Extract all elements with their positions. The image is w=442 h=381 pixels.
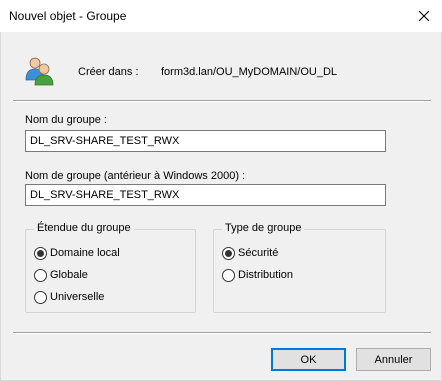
separator-bottom: [13, 332, 431, 334]
cancel-button[interactable]: Annuler: [356, 348, 431, 371]
group-type-box: Type de groupe Sécurité Distribution: [213, 222, 386, 313]
scope-option-label: Universelle: [50, 291, 105, 303]
dialog-content: Créer dans : form3d.lan/OU_MyDOMAIN/OU_D…: [0, 32, 442, 381]
type-option-label: Distribution: [238, 269, 294, 281]
radio-distribution[interactable]: [222, 268, 235, 282]
scope-option-global[interactable]: Globale: [34, 268, 88, 282]
scope-option-domain-local[interactable]: Domaine local: [34, 246, 120, 260]
close-button[interactable]: [406, 0, 442, 32]
scope-option-label: Domaine local: [50, 247, 120, 259]
group-name-legacy-input[interactable]: [25, 184, 386, 206]
group-scope-box: Étendue du groupe Domaine local Globale …: [25, 222, 196, 313]
radio-security[interactable]: [222, 246, 235, 260]
dialog-window: Nouvel objet - Groupe Créer dans : form3…: [0, 0, 442, 381]
group-name-label: Nom du groupe :: [25, 114, 107, 126]
radio-global[interactable]: [34, 268, 47, 282]
group-type-title: Type de groupe: [222, 222, 305, 234]
users-icon: [25, 57, 54, 86]
group-name-legacy-label: Nom de groupe (antérieur à Windows 2000)…: [25, 170, 246, 182]
ok-button[interactable]: OK: [271, 348, 346, 371]
radio-universal[interactable]: [34, 290, 47, 304]
type-option-label: Sécurité: [238, 247, 279, 259]
create-in-path: form3d.lan/OU_MyDOMAIN/OU_DL: [161, 66, 338, 78]
close-icon: [419, 11, 429, 21]
title-bar: Nouvel objet - Groupe: [0, 0, 442, 32]
type-option-security[interactable]: Sécurité: [222, 246, 278, 260]
group-name-input[interactable]: [25, 130, 386, 152]
radio-domain-local[interactable]: [34, 246, 47, 260]
create-in-label: Créer dans :: [78, 66, 139, 78]
window-title: Nouvel objet - Groupe: [9, 9, 127, 23]
scope-option-universal[interactable]: Universelle: [34, 290, 104, 304]
separator-top: [13, 100, 431, 102]
type-option-distribution[interactable]: Distribution: [222, 268, 293, 282]
scope-option-label: Globale: [50, 269, 88, 281]
group-scope-title: Étendue du groupe: [34, 222, 134, 234]
